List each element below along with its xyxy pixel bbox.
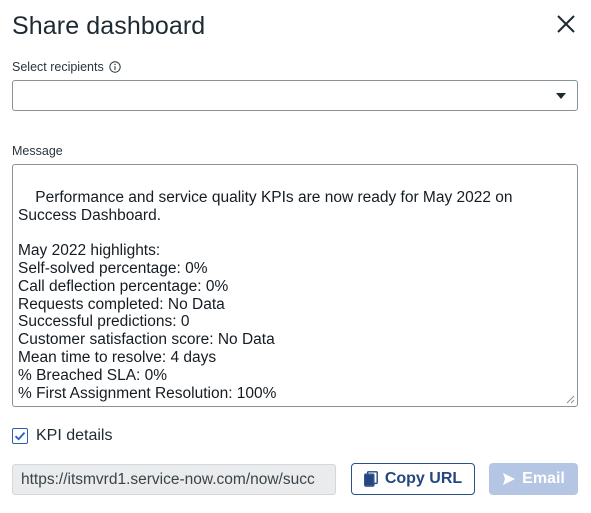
share-url-field[interactable]: https://itsmvrd1.service-now.com/now/suc… (12, 464, 336, 495)
message-text: Performance and service quality KPIs are… (18, 188, 513, 402)
resize-handle-icon[interactable] (566, 395, 575, 404)
kpi-details-toggle[interactable]: KPI details (12, 427, 112, 445)
copy-icon (363, 471, 378, 487)
close-icon (557, 15, 575, 33)
recipients-label-row: Select recipients (12, 60, 121, 74)
email-button[interactable]: Email (489, 463, 578, 495)
dialog-title: Share dashboard (12, 12, 206, 40)
recipients-label: Select recipients (12, 60, 104, 74)
kpi-details-checkbox[interactable] (12, 428, 28, 444)
info-icon[interactable] (109, 61, 121, 73)
copy-url-label: Copy URL (384, 470, 463, 487)
recipients-select[interactable] (12, 80, 578, 111)
message-textarea[interactable]: Performance and service quality KPIs are… (12, 164, 578, 407)
kpi-details-label: KPI details (36, 427, 113, 444)
send-icon (503, 473, 516, 485)
caret-down-icon (556, 93, 566, 99)
copy-url-button[interactable]: Copy URL (351, 463, 475, 495)
close-button[interactable] (553, 11, 579, 37)
email-label: Email (522, 470, 565, 487)
message-label: Message (12, 144, 63, 158)
checkmark-icon (14, 432, 26, 441)
